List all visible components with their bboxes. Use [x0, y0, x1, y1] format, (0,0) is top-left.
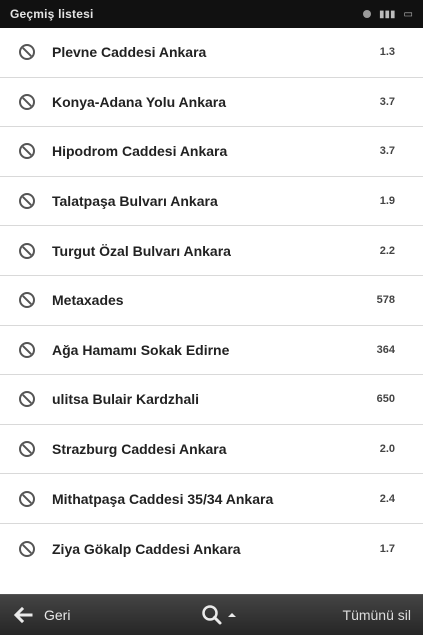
screen: Geçmiş listesi ▮▮▮ ▭ Plevne Caddesi Anka… [0, 0, 423, 635]
history-list-item[interactable]: Plevne Caddesi Ankara 1.3 [0, 28, 423, 78]
history-clock-icon [18, 440, 36, 458]
history-list: Plevne Caddesi Ankara 1.3 Konya-Adana Yo… [0, 28, 423, 594]
history-list-item[interactable]: ulitsa Bulair Kardzhali 650 [0, 375, 423, 425]
history-clock-icon [18, 341, 36, 359]
history-list-item[interactable]: Metaxades 578 [0, 275, 423, 326]
history-list-item[interactable]: Strazburg Caddesi Ankara 2.0 [0, 424, 423, 475]
history-list-item[interactable]: Ağa Hamamı Sokak Edirne 364 [0, 325, 423, 376]
history-list-item[interactable]: Ziya Gökalp Caddesi Ankara 1.7 [0, 523, 423, 574]
back-button[interactable]: Geri [12, 604, 70, 626]
history-list-item[interactable]: Hipodrom Caddesi Ankara 3.7 [0, 127, 423, 177]
caret-up-icon [227, 610, 237, 620]
history-item-name: Hipodrom Caddesi Ankara [52, 143, 228, 160]
history-item-distance: 364 [376, 343, 395, 356]
history-item-distance: 3.7 [379, 145, 395, 158]
history-item-distance: 3.7 [379, 95, 395, 108]
history-clock-icon [18, 242, 36, 260]
magnifier-icon [201, 604, 223, 626]
history-item-distance: 578 [376, 294, 395, 307]
history-item-distance: 1.9 [379, 195, 395, 208]
history-item-distance: 1.3 [379, 46, 395, 59]
history-item-distance: 650 [376, 393, 395, 406]
history-list-item[interactable]: Mithatpaşa Caddesi 35/34 Ankara 2.4 [0, 474, 423, 524]
history-item-name: Turgut Özal Bulvarı Ankara [52, 242, 231, 259]
bottom-toolbar: Geri Tümünü sil [0, 594, 423, 635]
history-item-name: Talatpaşa Bulvarı Ankara [52, 193, 218, 210]
history-clock-icon [18, 43, 36, 61]
history-item-name: Mithatpaşa Caddesi 35/34 Ankara [52, 490, 274, 507]
history-item-name: Konya-Adana Yolu Ankara [52, 93, 227, 110]
history-clock-icon [18, 192, 36, 210]
history-list-item[interactable]: Talatpaşa Bulvarı Ankara 1.9 [0, 176, 423, 227]
signal-icon: ▮▮▮ [379, 8, 396, 20]
history-item-distance: 2.4 [379, 492, 395, 505]
back-label: Geri [44, 607, 71, 623]
history-list-item[interactable]: Turgut Özal Bulvarı Ankara 2.2 [0, 226, 423, 276]
history-clock-icon [18, 291, 36, 309]
zoom-button[interactable] [201, 604, 237, 626]
history-clock-icon [18, 390, 36, 408]
battery-icon: ▭ [403, 8, 413, 20]
history-item-name: Metaxades [52, 292, 124, 309]
history-item-distance: 1.7 [379, 542, 395, 555]
history-clock-icon [18, 540, 36, 558]
page-title: Geçmiş listesi [10, 7, 94, 21]
history-item-name: Plevne Caddesi Ankara [52, 44, 207, 61]
status-icons: ▮▮▮ ▭ [363, 9, 413, 20]
history-item-distance: 2.0 [379, 443, 395, 456]
history-list-item[interactable]: Konya-Adana Yolu Ankara 3.7 [0, 77, 423, 128]
history-clock-icon [18, 142, 36, 160]
history-item-name: Strazburg Caddesi Ankara [52, 441, 227, 458]
gps-icon [363, 10, 372, 18]
history-item-name: ulitsa Bulair Kardzhali [52, 391, 200, 408]
clear-all-button[interactable]: Tümünü sil [343, 607, 411, 623]
history-item-name: Ziya Gökalp Caddesi Ankara [52, 540, 241, 557]
arrow-left-icon [12, 604, 34, 626]
history-item-name: Ağa Hamamı Sokak Edirne [52, 341, 230, 358]
history-clock-icon [18, 490, 36, 508]
history-clock-icon [18, 93, 36, 111]
history-item-distance: 2.2 [379, 244, 395, 257]
top-status-bar: Geçmiş listesi ▮▮▮ ▭ [0, 0, 423, 28]
